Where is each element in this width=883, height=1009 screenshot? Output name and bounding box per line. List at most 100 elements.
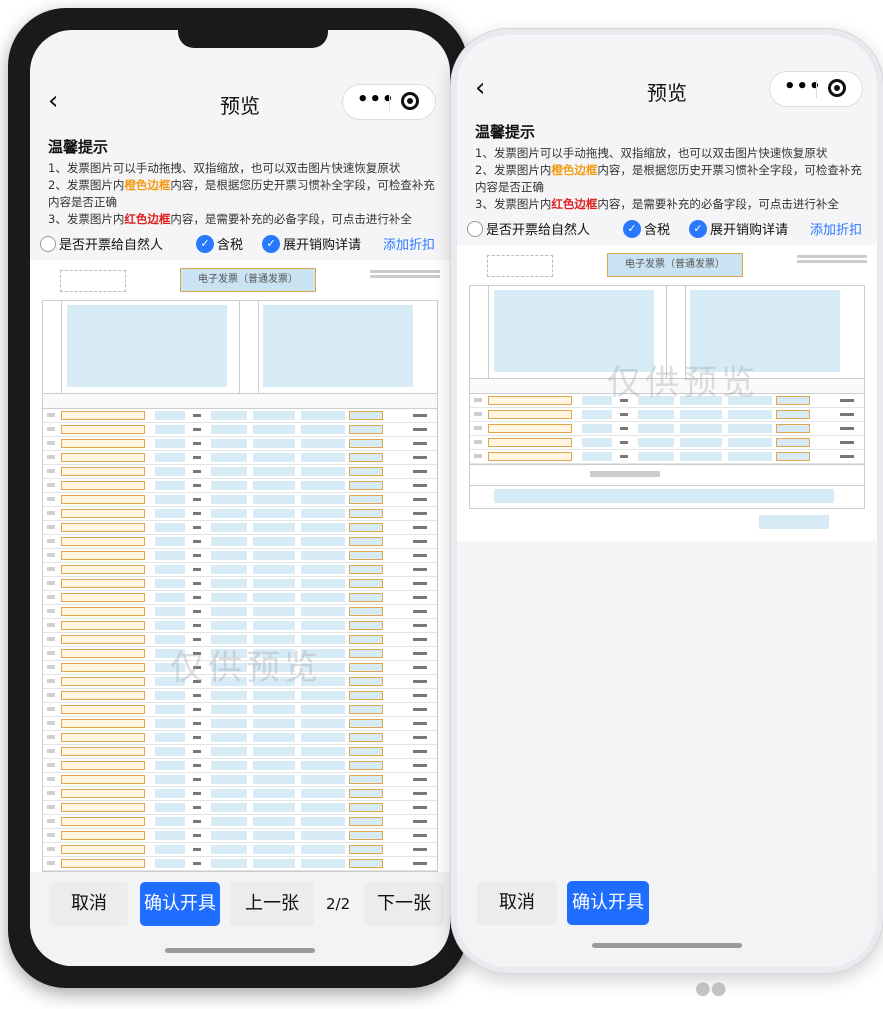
spec-field xyxy=(155,747,185,756)
red-border-label: 红色边框 xyxy=(124,212,171,226)
invoice-line-item xyxy=(43,577,437,591)
quantity-field xyxy=(211,621,247,630)
unit-field xyxy=(193,778,201,781)
tax-amount-field xyxy=(840,427,854,430)
expand-details-option[interactable]: ✓ 展开销购详请 xyxy=(262,234,361,256)
unit-field xyxy=(193,526,201,529)
cancel-button[interactable]: 取消 xyxy=(477,881,557,925)
tax-amount-field xyxy=(413,848,427,851)
price-field xyxy=(253,691,295,700)
item-name-field xyxy=(61,649,145,658)
quantity-field xyxy=(211,509,247,518)
item-name-field xyxy=(61,719,145,728)
total-amount-cn xyxy=(590,471,660,477)
quantity-field xyxy=(211,747,247,756)
tax-rate-field xyxy=(349,747,383,756)
item-name-field xyxy=(61,523,145,532)
item-name-field xyxy=(61,481,145,490)
invoice-image[interactable]: 电子发票（普通发票） 仅供预览 xyxy=(457,245,877,541)
price-field xyxy=(253,789,295,798)
tax-rate-field xyxy=(349,411,383,420)
close-circle-icon[interactable] xyxy=(401,92,419,110)
natural-person-option[interactable]: 是否开票给自然人 xyxy=(467,219,590,241)
qr-placeholder xyxy=(487,255,553,277)
tax-amount-field xyxy=(413,778,427,781)
bottom-toolbar: 取消 确认开具 xyxy=(457,871,877,967)
tax-included-label: 含税 xyxy=(644,223,671,238)
amount-field xyxy=(301,831,345,840)
price-field xyxy=(253,859,295,868)
line-number xyxy=(47,581,55,585)
price-field xyxy=(680,424,722,433)
spec-field xyxy=(155,523,185,532)
price-field xyxy=(253,481,295,490)
item-name-field xyxy=(61,747,145,756)
item-name-field xyxy=(61,635,145,644)
confirm-issue-button[interactable]: 确认开具 xyxy=(140,882,220,926)
tax-amount-field xyxy=(413,820,427,823)
next-button[interactable]: 下一张 xyxy=(364,882,444,926)
close-circle-icon[interactable] xyxy=(828,79,846,97)
check-icon[interactable]: ✓ xyxy=(196,234,214,253)
item-name-field xyxy=(61,817,145,826)
tax-included-option[interactable]: ✓ 含税 xyxy=(623,219,670,241)
amount-field xyxy=(301,565,345,574)
confirm-issue-button[interactable]: 确认开具 xyxy=(567,881,649,925)
add-discount-label[interactable]: 添加折扣 xyxy=(383,238,435,253)
unit-field xyxy=(193,834,201,837)
buyer-info xyxy=(67,305,227,387)
tax-rate-field xyxy=(349,439,383,448)
amount-field xyxy=(301,607,345,616)
invoice-line-item xyxy=(43,409,437,423)
tax-amount-field xyxy=(413,722,427,725)
prev-button[interactable]: 上一张 xyxy=(230,882,314,926)
tax-rate-field xyxy=(349,859,383,868)
add-discount-link[interactable]: 添加折扣 xyxy=(380,234,435,256)
natural-person-option[interactable]: 是否开票给自然人 xyxy=(40,234,163,256)
item-name-field xyxy=(488,438,572,447)
price-field xyxy=(253,411,295,420)
tax-amount-field xyxy=(413,792,427,795)
amount-field xyxy=(301,579,345,588)
item-name-field xyxy=(61,733,145,742)
item-name-field xyxy=(488,396,572,405)
invoice-title: 电子发票（普通发票） xyxy=(180,268,316,292)
expand-details-option[interactable]: ✓ 展开销购详请 xyxy=(689,219,788,241)
line-number xyxy=(47,721,55,725)
item-name-field xyxy=(488,452,572,461)
check-icon[interactable]: ✓ xyxy=(262,234,280,253)
invoice-line-item xyxy=(43,745,437,759)
add-discount-link[interactable]: 添加折扣 xyxy=(807,219,862,241)
spec-field xyxy=(155,803,185,812)
quantity-field xyxy=(211,607,247,616)
tax-amount-field xyxy=(413,484,427,487)
invoice-line-item xyxy=(43,689,437,703)
quantity-field xyxy=(211,537,247,546)
tax-rate-field xyxy=(776,410,810,419)
invoice-line-item xyxy=(470,422,864,436)
tax-rate-field xyxy=(349,551,383,560)
line-number xyxy=(474,398,482,402)
check-icon[interactable]: ✓ xyxy=(689,219,707,238)
check-icon[interactable]: ✓ xyxy=(623,219,641,238)
spec-field xyxy=(155,467,185,476)
quantity-field xyxy=(211,817,247,826)
amount-field xyxy=(728,452,772,461)
tax-rate-field xyxy=(349,495,383,504)
add-discount-label[interactable]: 添加折扣 xyxy=(810,223,862,238)
tax-included-option[interactable]: ✓ 含税 xyxy=(196,234,243,256)
radio-icon[interactable] xyxy=(40,235,56,252)
quantity-field xyxy=(211,691,247,700)
unit-field xyxy=(193,848,201,851)
amount-field xyxy=(301,467,345,476)
invoice-line-item xyxy=(43,829,437,843)
line-number xyxy=(47,497,55,501)
item-name-field xyxy=(488,410,572,419)
cancel-button[interactable]: 取消 xyxy=(50,882,128,926)
capsule-divider xyxy=(389,93,390,111)
invoice-line-item xyxy=(43,857,437,871)
invoice-line-item xyxy=(470,450,864,464)
bottom-toolbar: 取消 确认开具 上一张 2/2 下一张 xyxy=(30,872,450,966)
invoice-image[interactable]: 电子发票（普通发票） 仅供预览 xyxy=(30,260,450,872)
radio-icon[interactable] xyxy=(467,220,483,237)
